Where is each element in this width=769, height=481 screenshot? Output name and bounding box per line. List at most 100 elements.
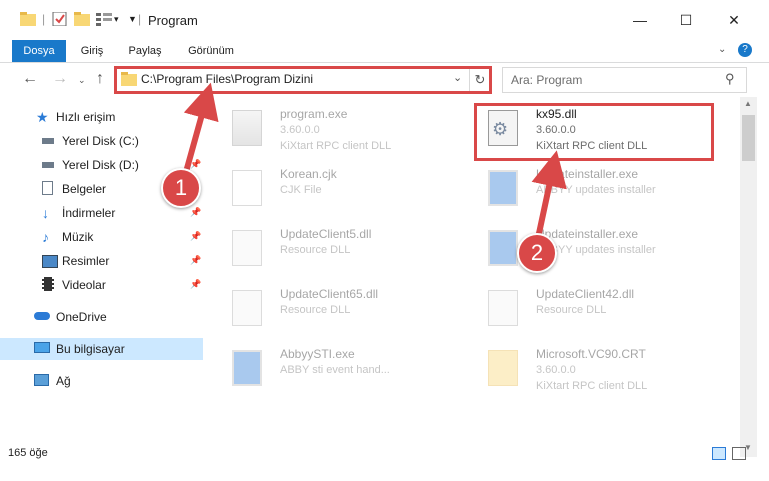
file-detail: 3.60.0.0 [536,364,576,376]
exe-file-icon [232,110,262,146]
file-name: UpdateClient42.dll [536,287,635,301]
video-icon [42,277,54,291]
search-icon[interactable]: ⚲ [725,71,735,87]
file-detail: 3.60.0.0 [280,124,320,136]
status-bar: 165 öğe [0,439,769,469]
help-icon[interactable]: ? [738,43,752,57]
sidebar-item-pictures[interactable]: Resimler 📌 [0,250,203,272]
tab-share[interactable]: Paylaş [120,40,170,62]
installer-icon [488,230,518,266]
chevron-down-icon[interactable]: ▼ [128,14,137,24]
sidebar-item-label: Videolar [62,278,106,292]
pin-icon: 📌 [190,159,202,169]
sidebar-item-this-pc[interactable]: Bu bilgisayar [0,338,203,360]
file-detail: KiXtart RPC client DLL [280,140,392,152]
tab-home[interactable]: Giriş [70,40,114,62]
file-detail: CJK File [280,184,322,196]
drive-icon [42,138,54,144]
folder-icon [20,12,36,26]
file-highlight [474,103,714,161]
pin-icon: 📌 [190,255,202,265]
close-button[interactable]: ✕ [711,0,757,40]
sidebar-item-network[interactable]: Ağ [0,370,203,392]
search-input[interactable]: Ara: Program ⚲ [502,67,747,93]
maximize-button[interactable]: ☐ [663,0,709,40]
file-detail: ABBY sti event hand... [280,364,390,376]
sidebar-item-label: Hızlı erişim [56,110,116,124]
file-name: Updateinstaller.exe [536,167,639,181]
dll-gear-icon [232,290,262,326]
sidebar-item-onedrive[interactable]: OneDrive [0,306,203,328]
computer-icon [34,342,50,353]
vertical-scrollbar[interactable]: ▲ ▼ [740,97,757,457]
expand-ribbon-icon[interactable]: ⌄ [718,44,726,55]
recent-locations-icon[interactable]: ⌄ [78,75,86,86]
list-item[interactable]: Microsoft.VC90.CRT 3.60.0.0 KiXtart RPC … [476,340,706,396]
music-icon: ♪ [42,229,49,245]
installer-icon [488,170,518,206]
dll-gear-icon [232,230,262,266]
ribbon-tabs: Dosya Giriş Paylaş Görünüm ⌄ ? [0,40,769,63]
customize-qa-icon[interactable]: ▾ [114,14,119,25]
sidebar-item-label: Yerel Disk (C:) [62,134,139,148]
title-bar: | ▾ ▼ | Program — ☐ ✕ [0,0,769,40]
network-icon [34,374,49,386]
sidebar-item-label: Belgeler [62,182,107,196]
sidebar-item-videos[interactable]: Videolar 📌 [0,274,203,296]
star-icon: ★ [36,109,49,125]
separator: | [138,12,142,26]
drive-icon [42,162,54,168]
exe-file-icon [232,350,262,386]
address-highlight [114,66,492,94]
new-folder-icon[interactable] [74,12,90,26]
list-item[interactable]: Korean.cjk CJK File [220,160,450,216]
folder-icon [488,350,518,386]
step-badge-2: 2 [517,233,557,273]
sidebar-item-label: Ağ [56,374,71,388]
tab-file[interactable]: Dosya [12,40,66,62]
scroll-up-icon[interactable]: ▲ [744,99,752,108]
file-detail: Resource DLL [536,304,607,316]
tab-view[interactable]: Görünüm [180,40,242,62]
list-item[interactable]: UpdateClient65.dll Resource DLL [220,280,450,336]
list-item[interactable]: Updateinstaller.exe ABBYY updates instal… [476,220,706,276]
list-item[interactable]: Updateinstaller.exe ABBYY updates instal… [476,160,706,216]
file-detail: KiXtart RPC client DLL [536,380,648,392]
generic-file-icon [232,170,262,206]
navigation-pane: ★ Hızlı erişim Yerel Disk (C:) Yerel Dis… [0,100,208,435]
list-item[interactable]: UpdateClient5.dll Resource DLL [220,220,450,276]
download-icon: ↓ [42,205,49,221]
sidebar-item-disk-c[interactable]: Yerel Disk (C:) [0,130,203,152]
window-title: Program [148,13,198,28]
sidebar-item-label: OneDrive [56,310,107,324]
list-item[interactable]: UpdateClient42.dll Resource DLL [476,280,706,336]
sidebar-item-label: Müzik [62,230,94,244]
item-count: 165 öğe [8,447,48,459]
scrollbar-thumb[interactable] [742,115,755,161]
step-badge-1: 1 [161,168,201,208]
properties-icon[interactable] [52,12,68,26]
view-options-icon[interactable] [96,12,112,26]
back-arrow-icon[interactable]: ← [22,70,38,88]
sidebar-item-music[interactable]: ♪ Müzik 📌 [0,226,203,248]
details-view-icon[interactable] [712,447,726,460]
search-placeholder: Ara: Program [511,73,583,87]
file-name: AbbyySTI.exe [280,347,355,361]
minimize-button[interactable]: — [617,0,663,40]
large-icons-view-icon[interactable] [732,447,746,460]
forward-arrow-icon[interactable]: → [52,70,68,88]
up-arrow-icon[interactable]: ↑ [96,70,104,88]
sidebar-item-label: Yerel Disk (D:) [62,158,139,172]
file-name: Korean.cjk [280,167,337,181]
list-item[interactable]: program.exe 3.60.0.0 KiXtart RPC client … [220,100,450,156]
document-icon [42,181,53,195]
file-detail: ABBYY updates installer [536,184,656,196]
sidebar-item-label: İndirmeler [62,206,116,220]
pictures-icon [42,255,58,268]
sidebar-item-label: Resimler [62,254,110,268]
dll-gear-icon [488,290,518,326]
separator: | [42,12,46,26]
sidebar-item-quick-access[interactable]: ★ Hızlı erişim [0,106,203,128]
file-name: UpdateClient65.dll [280,287,379,301]
list-item[interactable]: AbbyySTI.exe ABBY sti event hand... [220,340,450,396]
